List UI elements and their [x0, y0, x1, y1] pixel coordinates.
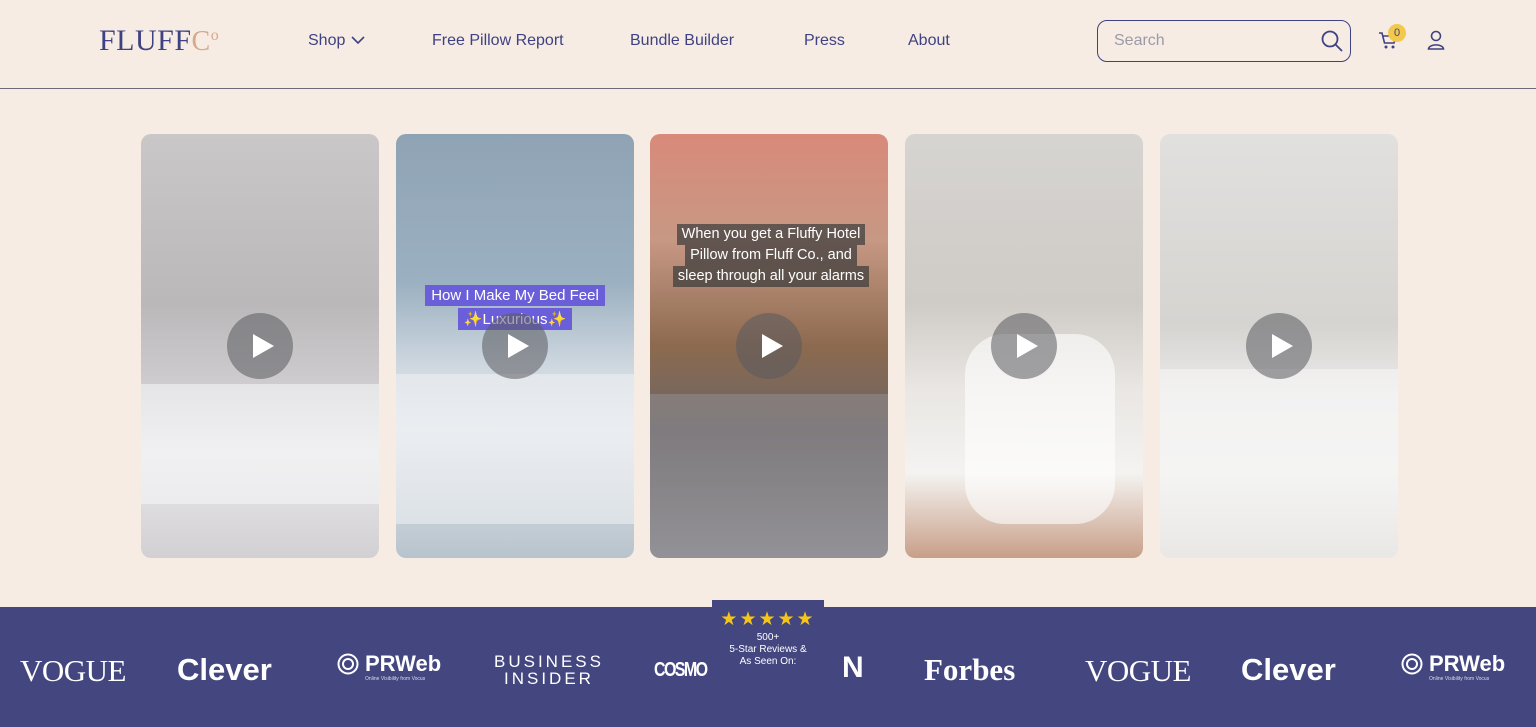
video-thumbnail — [141, 384, 379, 504]
reviews-line2: As Seen On: — [739, 656, 797, 667]
caption-line: sleep through all your alarms — [672, 266, 870, 287]
prweb-subtitle: Online Visibility from Vocus — [365, 676, 426, 682]
video-thumbnail — [650, 394, 888, 558]
reviews-count: 500+ — [756, 632, 780, 643]
press-logo-business-insider: BUSINESS INSIDER — [494, 653, 604, 687]
video-card[interactable] — [905, 134, 1143, 558]
play-icon[interactable] — [991, 313, 1057, 379]
caption-line: When you get a Fluffy Hotel — [676, 224, 866, 245]
prweb-label: PRWeb — [1429, 651, 1506, 676]
cart-count-badge: 0 — [1388, 24, 1406, 42]
video-card[interactable]: How I Make My Bed Feel ✨Luxurious✨ — [396, 134, 634, 558]
prweb-subtitle: Online Visibility from Vocus — [1429, 676, 1490, 682]
nav-press[interactable]: Press — [804, 32, 845, 50]
press-logo-clever: Clever — [1241, 652, 1336, 687]
nav-bundle-builder[interactable]: Bundle Builder — [630, 32, 734, 50]
search-input[interactable] — [1114, 32, 1321, 50]
logo-co: Co — [191, 26, 220, 57]
video-gallery: How I Make My Bed Feel ✨Luxurious✨ When … — [141, 134, 1398, 559]
video-card[interactable]: When you get a Fluffy Hotel Pillow from … — [650, 134, 888, 558]
reviews-line1: 5-Star Reviews & — [729, 644, 807, 655]
press-logo-forbes: Forbes — [924, 652, 1016, 687]
nav-shop[interactable]: Shop — [308, 32, 365, 50]
play-icon[interactable] — [736, 313, 802, 379]
nav-about[interactable]: About — [908, 32, 950, 50]
bi-line2: INSIDER — [504, 669, 594, 688]
video-card[interactable] — [141, 134, 379, 558]
play-icon[interactable] — [482, 313, 548, 379]
press-logo-cosmo: COSMO — [654, 659, 708, 681]
prweb-label: PRWeb — [365, 651, 442, 676]
video-thumbnail — [1160, 369, 1398, 558]
chevron-down-icon — [351, 32, 365, 50]
reviews-badge: ★★★★★ 500+ 5-Star Reviews & As Seen On: — [712, 600, 824, 708]
press-logo-vogue: VOGUE — [1085, 653, 1192, 688]
brand-logo[interactable]: FLUFFCo — [99, 24, 219, 58]
play-icon[interactable] — [1246, 313, 1312, 379]
search-icon[interactable] — [1321, 29, 1343, 53]
video-caption: When you get a Fluffy Hotel Pillow from … — [666, 224, 876, 287]
press-logo-clever: Clever — [177, 652, 272, 687]
nav-shop-label: Shop — [308, 32, 346, 49]
caption-line: How I Make My Bed Feel — [425, 285, 605, 306]
star-rating-icon: ★★★★★ — [720, 609, 816, 630]
prweb-icon — [337, 653, 359, 680]
press-logo-n: N — [842, 651, 864, 684]
video-card[interactable] — [1160, 134, 1398, 558]
press-logo-vogue: VOGUE — [20, 653, 127, 688]
account-icon[interactable] — [1427, 30, 1447, 52]
site-header: FLUFFCo Shop Free Pillow Report Bundle B… — [0, 0, 1536, 89]
logo-fluff: FLUFF — [99, 24, 192, 57]
press-logo-prweb: PRWeb Online Visibility from Vocus — [337, 653, 441, 682]
prweb-icon — [1401, 653, 1423, 680]
caption-line: Pillow from Fluff Co., and — [685, 245, 857, 266]
video-thumbnail — [396, 374, 634, 524]
play-icon[interactable] — [227, 313, 293, 379]
nav-free-pillow-report[interactable]: Free Pillow Report — [432, 32, 564, 50]
search-box — [1097, 20, 1351, 62]
press-logo-prweb: PRWeb Online Visibility from Vocus — [1401, 653, 1505, 682]
